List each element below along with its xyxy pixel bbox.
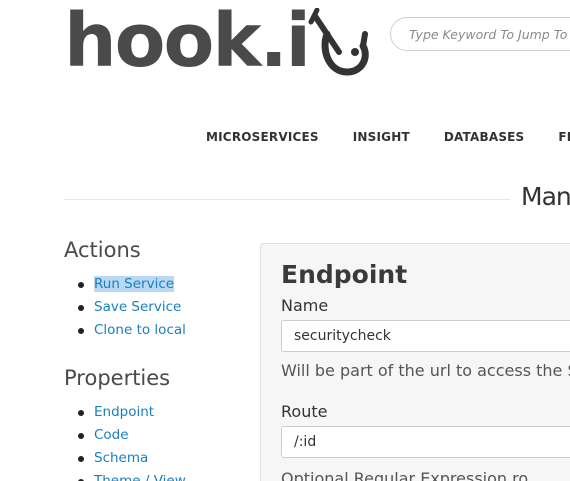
name-field[interactable] (281, 320, 570, 352)
clone-to-local-link[interactable]: Clone to local (94, 322, 186, 338)
list-item: Code (64, 424, 186, 447)
nav-file-storage[interactable]: FILE STO (558, 130, 570, 144)
list-item: Run Service (64, 273, 186, 296)
fish-hook-icon (307, 7, 369, 76)
header-divider (64, 199, 510, 200)
nav-databases[interactable]: DATABASES (444, 130, 525, 144)
page-title: Man (521, 182, 570, 211)
list-item: Clone to local (64, 319, 186, 342)
route-field[interactable] (281, 426, 570, 458)
logo-text: hook.i (64, 0, 311, 84)
name-help-text: Will be part of the url to access the S (281, 361, 570, 380)
endpoint-link[interactable]: Endpoint (94, 404, 154, 420)
route-help-text: Optional Regular Expression ro (281, 469, 529, 481)
list-item: Save Service (64, 296, 186, 319)
panel-title: Endpoint (281, 260, 408, 289)
endpoint-panel: Endpoint Name Will be part of the url to… (260, 243, 570, 481)
main-nav: MICROSERVICES INSIGHT DATABASES FILE STO (206, 130, 570, 144)
properties-heading: Properties (64, 366, 171, 390)
run-service-link[interactable]: Run Service (94, 276, 175, 292)
schema-link[interactable]: Schema (94, 450, 148, 466)
name-label: Name (281, 296, 329, 315)
keyword-search[interactable] (390, 17, 570, 51)
nav-insight[interactable]: INSIGHT (353, 130, 410, 144)
search-input[interactable] (409, 26, 570, 42)
theme-view-link[interactable]: Theme / View (94, 473, 186, 481)
route-label: Route (281, 402, 328, 421)
nav-microservices[interactable]: MICROSERVICES (206, 130, 319, 144)
list-item: Endpoint (64, 401, 186, 424)
list-item: Schema (64, 447, 186, 470)
page: hook.i MICROSERVICES INSIGHT DATABASES F… (0, 0, 570, 481)
list-item: Theme / View (64, 470, 186, 481)
properties-list: Endpoint Code Schema Theme / View (64, 401, 186, 481)
actions-list: Run Service Save Service Clone to local (64, 273, 186, 342)
hookio-logo[interactable]: hook.i (64, 0, 369, 84)
code-link[interactable]: Code (94, 427, 129, 443)
actions-heading: Actions (64, 238, 141, 262)
save-service-link[interactable]: Save Service (94, 299, 181, 315)
